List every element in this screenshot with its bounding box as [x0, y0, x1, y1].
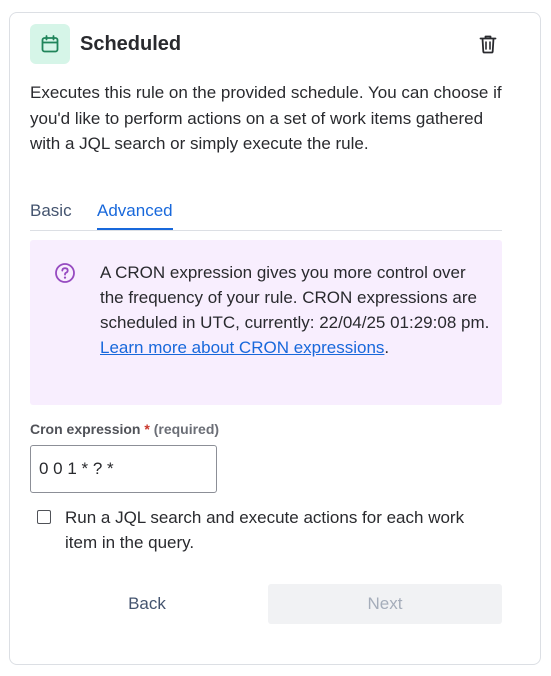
cron-expression-input[interactable]: [30, 445, 217, 493]
panel-header: Scheduled: [30, 24, 502, 64]
tab-basic[interactable]: Basic: [30, 200, 72, 222]
cron-info-text: A CRON expression gives you more control…: [100, 260, 490, 360]
cron-field-label: Cron expression * (required): [30, 420, 219, 438]
jql-search-option: Run a JQL search and execute actions for…: [37, 503, 507, 555]
jql-search-checkbox-label[interactable]: Run a JQL search and execute actions for…: [65, 505, 495, 555]
cron-docs-link-suffix: .: [384, 338, 390, 357]
back-button[interactable]: Back: [30, 584, 264, 624]
trigger-icon-tile: [30, 24, 70, 64]
panel-title: Scheduled: [80, 33, 182, 55]
cron-info-message: A CRON expression gives you more control…: [100, 263, 490, 332]
next-button[interactable]: Next: [268, 584, 502, 624]
tab-list: Basic Advanced: [30, 200, 502, 231]
cron-info-panel: A CRON expression gives you more control…: [30, 240, 502, 405]
trigger-description: Executes this rule on the provided sched…: [30, 83, 502, 154]
required-asterisk: *: [144, 421, 150, 437]
question-icon: [55, 263, 75, 283]
trash-icon[interactable]: [479, 34, 497, 54]
delete-button[interactable]: [474, 30, 502, 58]
tab-advanced[interactable]: Advanced: [97, 200, 173, 230]
required-text: (required): [153, 421, 220, 437]
cron-label-text: Cron expression: [30, 421, 141, 437]
cron-docs-link[interactable]: Learn more about CRON expressions: [100, 338, 384, 357]
jql-search-checkbox[interactable]: [37, 510, 51, 524]
calendar-icon: [41, 35, 59, 53]
